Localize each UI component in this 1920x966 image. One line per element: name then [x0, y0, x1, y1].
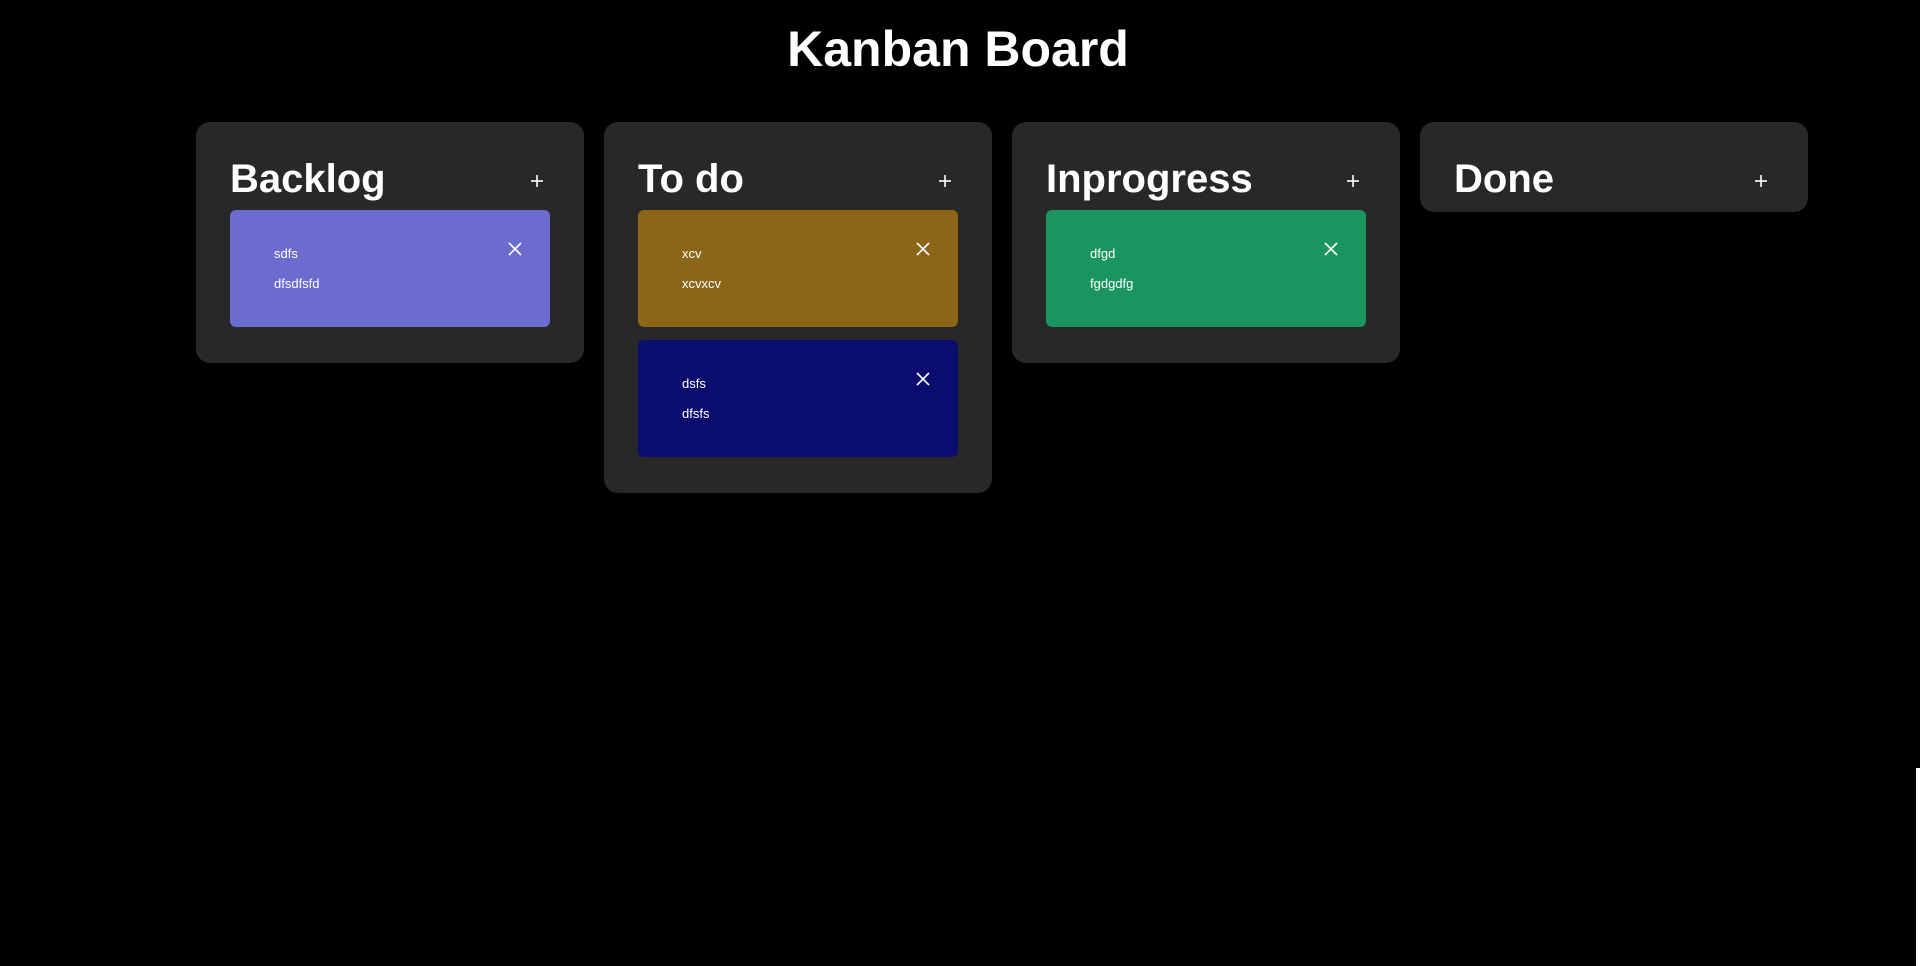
column-header: Done: [1454, 156, 1774, 212]
plus-icon: [1342, 170, 1364, 192]
add-card-button[interactable]: [526, 170, 548, 192]
page-title: Kanban Board: [787, 21, 1129, 77]
close-icon: [506, 240, 524, 258]
add-card-button[interactable]: [1750, 170, 1772, 192]
column-done: Done: [1420, 122, 1808, 212]
column-header: Backlog: [230, 156, 550, 210]
column-title: Backlog: [230, 157, 386, 201]
task-card[interactable]: dsfs dfsfs: [638, 340, 958, 457]
column-to-do: To do xcv xcvxcv dsfs dfsfs: [604, 122, 992, 493]
task-card[interactable]: sdfs dfsdfsfd: [230, 210, 550, 327]
scrollbar-thumb[interactable]: [1916, 768, 1920, 966]
column-header: Inprogress: [1046, 156, 1366, 210]
close-icon: [914, 240, 932, 258]
close-icon: [1322, 240, 1340, 258]
add-card-button[interactable]: [1342, 170, 1364, 192]
card-description: dfsdfsfd: [274, 276, 320, 291]
card-title: xcv: [682, 246, 702, 261]
delete-card-button[interactable]: [914, 370, 932, 388]
plus-icon: [526, 170, 548, 192]
card-title: dsfs: [682, 376, 706, 391]
column-title: Done: [1454, 157, 1554, 201]
delete-card-button[interactable]: [1322, 240, 1340, 258]
delete-card-button[interactable]: [506, 240, 524, 258]
card-description: fgdgdfg: [1090, 276, 1134, 291]
column-backlog: Backlog sdfs dfsdfsfd: [196, 122, 584, 363]
add-card-button[interactable]: [934, 170, 956, 192]
card-title: sdfs: [274, 246, 298, 261]
card-description: dfsfs: [682, 406, 710, 421]
close-icon: [914, 370, 932, 388]
column-title: Inprogress: [1046, 157, 1253, 201]
card-description: xcvxcv: [682, 276, 721, 291]
column-header: To do: [638, 156, 958, 210]
plus-icon: [934, 170, 956, 192]
task-card[interactable]: xcv xcvxcv: [638, 210, 958, 327]
delete-card-button[interactable]: [914, 240, 932, 258]
column-title: To do: [638, 157, 744, 201]
plus-icon: [1750, 170, 1772, 192]
card-title: dfgd: [1090, 246, 1116, 261]
column-inprogress: Inprogress dfgd fgdgdfg: [1012, 122, 1400, 363]
task-card[interactable]: dfgd fgdgdfg: [1046, 210, 1366, 327]
